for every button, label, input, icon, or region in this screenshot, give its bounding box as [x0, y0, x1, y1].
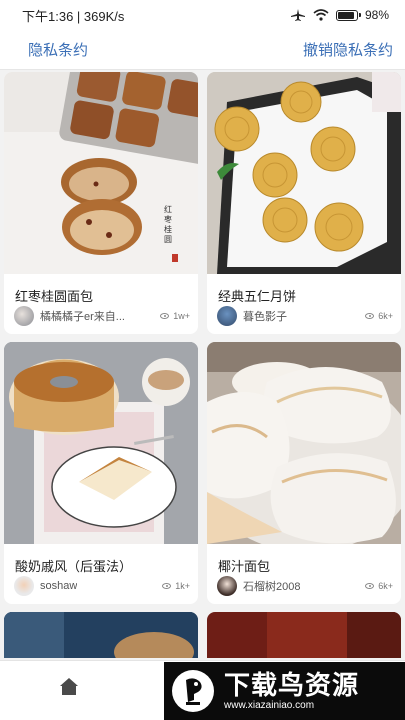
- watermark-logo-icon: [172, 670, 214, 712]
- wifi-icon: [313, 9, 329, 21]
- recipe-meta: soshaw 1k+: [14, 575, 190, 597]
- watermark: 下载鸟资源 www.xiazainiao.com: [164, 662, 405, 720]
- recipe-card[interactable]: 红 枣 桂 圆 红枣桂圆面包 橘橘橘子er来自... 1w+: [4, 72, 198, 334]
- recipe-author: 暮色影子: [243, 311, 287, 323]
- top-bar: 隐私条约 撤销隐私条约: [0, 30, 405, 70]
- battery-icon: [335, 9, 361, 21]
- recipe-photo: [207, 342, 401, 544]
- privacy-policy-link[interactable]: 隐私条约: [28, 39, 88, 60]
- avatar: [217, 306, 237, 326]
- avatar: [14, 306, 34, 326]
- home-icon[interactable]: [58, 675, 80, 697]
- watermark-title: 下载鸟资源: [224, 670, 360, 700]
- eye-icon: [160, 313, 170, 319]
- status-icons: 98%: [290, 8, 389, 22]
- airplane-icon: [290, 9, 305, 21]
- eye-icon: [365, 583, 375, 589]
- recipe-title: 椰汁面包: [218, 559, 271, 574]
- recipe-card[interactable]: 经典五仁月饼 暮色影子 6k+: [207, 72, 401, 334]
- recipe-card[interactable]: [207, 612, 401, 658]
- recipe-title: 红枣桂圆面包: [15, 289, 94, 304]
- status-bar: 下午1:36 | 369K/s 98%: [0, 0, 405, 30]
- recipe-card[interactable]: 椰汁面包 石榴树2008 6k+: [207, 342, 401, 604]
- recipe-card[interactable]: [4, 612, 198, 658]
- eye-icon: [162, 583, 172, 589]
- eye-icon: [365, 313, 375, 319]
- view-count: 1k+: [162, 581, 190, 591]
- battery-level: 98%: [364, 8, 389, 22]
- recipe-author: 石榴树2008: [243, 581, 301, 593]
- revoke-privacy-link[interactable]: 撤销隐私条约: [303, 39, 393, 60]
- recipe-photo: [207, 72, 401, 274]
- recipe-photo: 红 枣 桂 圆: [4, 72, 198, 274]
- watermark-text: 下载鸟资源 www.xiazainiao.com: [224, 670, 359, 712]
- recipe-title: 经典五仁月饼: [218, 289, 297, 304]
- view-count: 6k+: [365, 311, 393, 321]
- recipe-author: 橘橘橘子er来自...: [40, 311, 125, 323]
- svg-text:枣: 枣: [164, 214, 172, 224]
- watermark-url: www.xiazainiao.com: [224, 700, 315, 711]
- status-time: 下午1:36 | 369K/s: [22, 8, 125, 24]
- recipe-photo: [4, 342, 198, 544]
- recipe-meta: 橘橘橘子er来自... 1w+: [14, 305, 190, 327]
- svg-text:圆: 圆: [164, 235, 172, 244]
- recipe-card[interactable]: 酸奶戚风（后蛋法） soshaw 1k+: [4, 342, 198, 604]
- recipe-meta: 石榴树2008 6k+: [217, 575, 393, 597]
- recipe-author: soshaw: [40, 580, 78, 592]
- view-count: 6k+: [365, 581, 393, 591]
- view-count: 1w+: [160, 311, 190, 321]
- recipe-title: 酸奶戚风（后蛋法）: [15, 559, 133, 574]
- avatar: [14, 576, 34, 596]
- recipe-meta: 暮色影子 6k+: [217, 305, 393, 327]
- svg-text:桂: 桂: [164, 224, 172, 234]
- svg-text:红: 红: [164, 204, 172, 214]
- avatar: [217, 576, 237, 596]
